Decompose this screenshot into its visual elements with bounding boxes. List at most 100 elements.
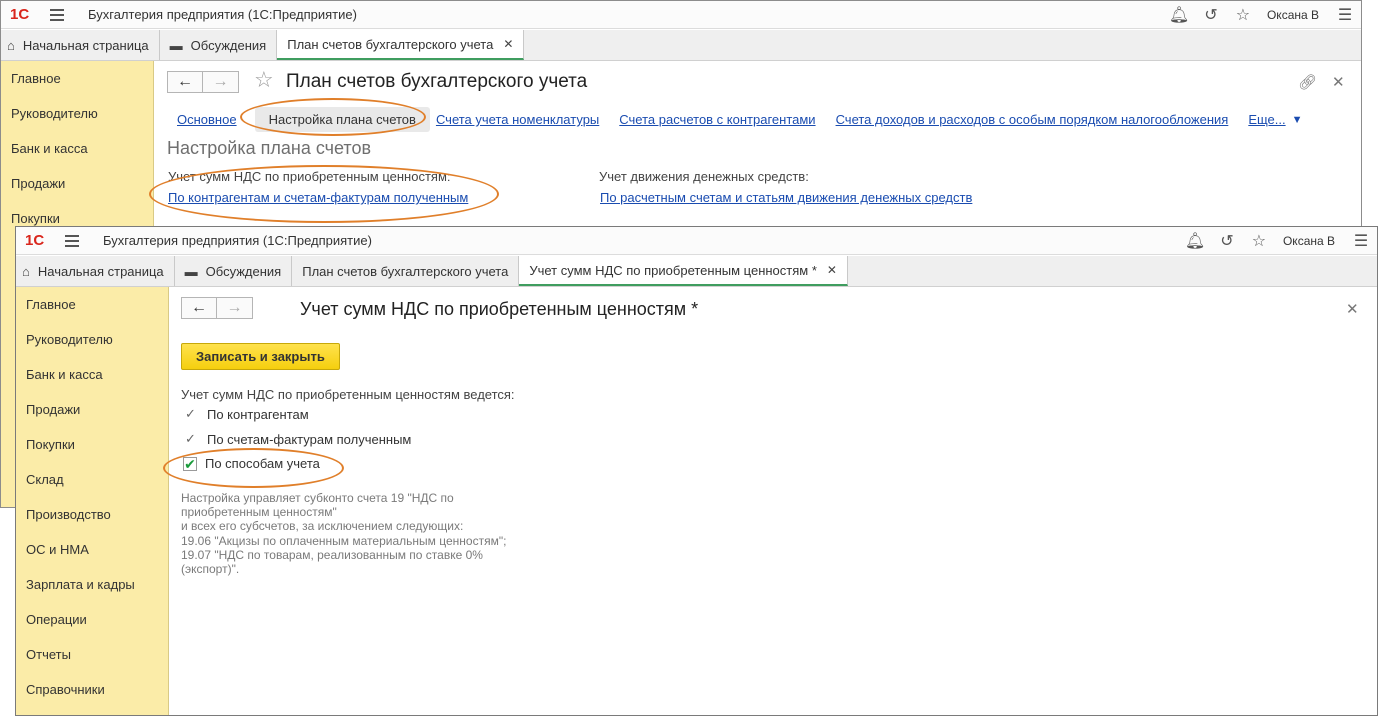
section-tab-main[interactable]: Основное (177, 112, 237, 127)
open-tabs-bar: ⌂ Начальная страница ▬ Обсуждения План с… (1, 30, 1361, 61)
title-bar: 1С Бухгалтерия предприятия (1С:Предприят… (1, 1, 1361, 29)
options-label: Учет сумм НДС по приобретенным ценностям… (181, 387, 515, 402)
section-heading: Настройка плана счетов (167, 138, 372, 158)
sidebar-item-directories[interactable]: Справочники (16, 672, 168, 707)
note-line: (экспорт)". (181, 562, 240, 577)
settings-menu-icon[interactable]: ☰ (1345, 227, 1377, 255)
tab-discussions[interactable]: ▬ Обсуждения (160, 30, 278, 60)
bell-icon[interactable]: 🔔︎ (1179, 227, 1211, 255)
star-icon[interactable]: ☆ (1227, 1, 1259, 29)
tab-vat-accounting[interactable]: Учет сумм НДС по приобретенным ценностям… (519, 256, 848, 286)
section-tab-settings[interactable]: Настройка плана счетов (254, 107, 430, 132)
checkmark-icon: ✓ (185, 431, 196, 446)
link-icon[interactable]: 🔗︎ (1298, 73, 1317, 91)
tab-label: Обсуждения (205, 263, 282, 279)
note-line: 19.06 "Акцизы по оплаченным материальным… (181, 533, 507, 548)
section-tab-item-accounts[interactable]: Счета учета номенклатуры (436, 112, 599, 127)
history-icon[interactable]: ↺ (1211, 227, 1243, 255)
page-title: План счетов бухгалтерского учета (286, 71, 588, 92)
close-icon[interactable]: ✕ (1332, 73, 1345, 91)
tab-label: Учет сумм НДС по приобретенным ценностям… (529, 262, 817, 278)
main-menu-icon[interactable] (50, 8, 66, 21)
sidebar-item-warehouse[interactable]: Склад (16, 462, 168, 497)
app-title: Бухгалтерия предприятия (1С:Предприятие) (103, 233, 372, 248)
app-title: Бухгалтерия предприятия (1С:Предприятие) (88, 7, 357, 22)
tab-label: План счетов бухгалтерского учета (287, 36, 494, 52)
save-and-close-button[interactable]: Записать и закрыть (181, 343, 340, 370)
option-label: По счетам-фактурам полученным (207, 431, 412, 447)
page-title: Учет сумм НДС по приобретенным ценностям… (300, 299, 699, 319)
note-line: и всех его субсчетов, за исключением сле… (181, 519, 464, 534)
tab-chart-of-accounts[interactable]: План счетов бухгалтерского учета (292, 256, 520, 286)
vat-accounting-label: Учет сумм НДС по приобретенным ценностям… (168, 169, 451, 184)
sidebar-item-operations[interactable]: Операции (16, 602, 168, 637)
tab-chart-of-accounts[interactable]: План счетов бухгалтерского учета ✕ (277, 30, 525, 60)
tab-home[interactable]: ⌂ Начальная страница (1, 30, 160, 60)
cash-flow-link[interactable]: По расчетным счетам и статьям движения д… (600, 190, 972, 205)
home-icon: ⌂ (7, 37, 15, 53)
discussion-icon: ▬ (184, 263, 198, 279)
favorite-star-icon[interactable]: ☆ (254, 67, 274, 93)
tab-label: План счетов бухгалтерского учета (302, 263, 509, 279)
sidebar-item-manager[interactable]: Руководителю (16, 322, 168, 357)
sidebar-item-purchases[interactable]: Покупки (16, 427, 168, 462)
section-tab-counterparty-accounts[interactable]: Счета расчетов с контрагентами (619, 112, 815, 127)
star-icon[interactable]: ☆ (1243, 227, 1275, 255)
back-arrow-icon[interactable]: ← (167, 71, 203, 93)
sidebar-item-main[interactable]: Главное (16, 287, 168, 322)
note-line: Настройка управляет субконто счета 19 "Н… (181, 491, 454, 505)
tab-discussions[interactable]: ▬ Обсуждения (175, 256, 293, 286)
vat-accounting-link[interactable]: По контрагентам и счетам-фактурам получе… (168, 190, 468, 205)
settings-note: Настройка управляет субконто счета 19 "Н… (181, 491, 506, 576)
open-tabs-bar: ⌂ Начальная страница ▬ Обсуждения План с… (16, 256, 1377, 287)
option-invoices[interactable]: ✓ По счетам-фактурам полученным (181, 431, 411, 447)
section-tabs: Основное Настройка плана счетов Счета уч… (177, 107, 1303, 132)
bell-icon[interactable]: 🔔︎ (1163, 1, 1195, 29)
section-tab-income-expense-accounts[interactable]: Счета доходов и расходов с особым порядк… (836, 112, 1229, 127)
close-tab-icon[interactable]: ✕ (827, 263, 837, 277)
note-line: приобретенным ценностям" (181, 505, 337, 520)
sidebar-item-main[interactable]: Главное (1, 61, 153, 96)
tab-home[interactable]: ⌂ Начальная страница (16, 256, 175, 286)
sidebar-item-production[interactable]: Производство (16, 497, 168, 532)
main-content: ← → Учет сумм НДС по приобретенным ценно… (169, 287, 1377, 715)
chevron-down-icon[interactable]: ▼ (1292, 114, 1303, 126)
history-icon[interactable]: ↺ (1195, 1, 1227, 29)
option-label: По контрагентам (207, 406, 309, 422)
forward-arrow-icon[interactable]: → (217, 297, 253, 319)
front-window: 1С Бухгалтерия предприятия (1С:Предприят… (15, 226, 1378, 716)
back-arrow-icon[interactable]: ← (181, 297, 217, 319)
1c-logo: 1С (25, 232, 45, 249)
sidebar-item-sales[interactable]: Продажи (16, 392, 168, 427)
sidebar-item-fixed-assets[interactable]: ОС и НМА (16, 532, 168, 567)
accounting-methods-checkbox[interactable]: ✔ (183, 456, 197, 471)
user-name[interactable]: Оксана В (1259, 8, 1329, 22)
sidebar-item-reports[interactable]: Отчеты (16, 637, 168, 672)
user-name[interactable]: Оксана В (1275, 234, 1345, 248)
main-menu-icon[interactable] (65, 234, 81, 247)
close-icon[interactable]: ✕ (1346, 300, 1359, 318)
note-line: 19.07 "НДС по товарам, реализованным по … (181, 547, 483, 562)
nav-buttons: ← → (181, 297, 253, 319)
sidebar-item-manager[interactable]: Руководителю (1, 96, 153, 131)
tab-label: Начальная страница (37, 263, 164, 279)
1c-logo: 1С (10, 6, 30, 23)
option-accounting-methods[interactable]: ✔ По способам учета (183, 456, 320, 471)
sidebar-item-bank[interactable]: Банк и касса (16, 357, 168, 392)
forward-arrow-icon[interactable]: → (203, 71, 239, 93)
discussion-icon: ▬ (169, 37, 183, 53)
option-counterparties[interactable]: ✓ По контрагентам (181, 406, 309, 422)
close-tab-icon[interactable]: ✕ (503, 37, 513, 51)
sidebar-item-bank[interactable]: Банк и касса (1, 131, 153, 166)
sidebar-item-payroll[interactable]: Зарплата и кадры (16, 567, 168, 602)
sidebar-item-sales[interactable]: Продажи (1, 166, 153, 201)
option-label: По способам учета (205, 456, 320, 471)
home-icon: ⌂ (22, 263, 30, 279)
tab-label: Начальная страница (22, 37, 149, 53)
nav-buttons: ← → (167, 71, 239, 93)
tab-label: Обсуждения (190, 37, 267, 53)
more-menu[interactable]: Еще... (1248, 112, 1285, 127)
title-bar: 1С Бухгалтерия предприятия (1С:Предприят… (16, 227, 1377, 255)
settings-menu-icon[interactable]: ☰ (1329, 1, 1361, 29)
sidebar: Главное Руководителю Банк и касса Продаж… (16, 287, 169, 715)
